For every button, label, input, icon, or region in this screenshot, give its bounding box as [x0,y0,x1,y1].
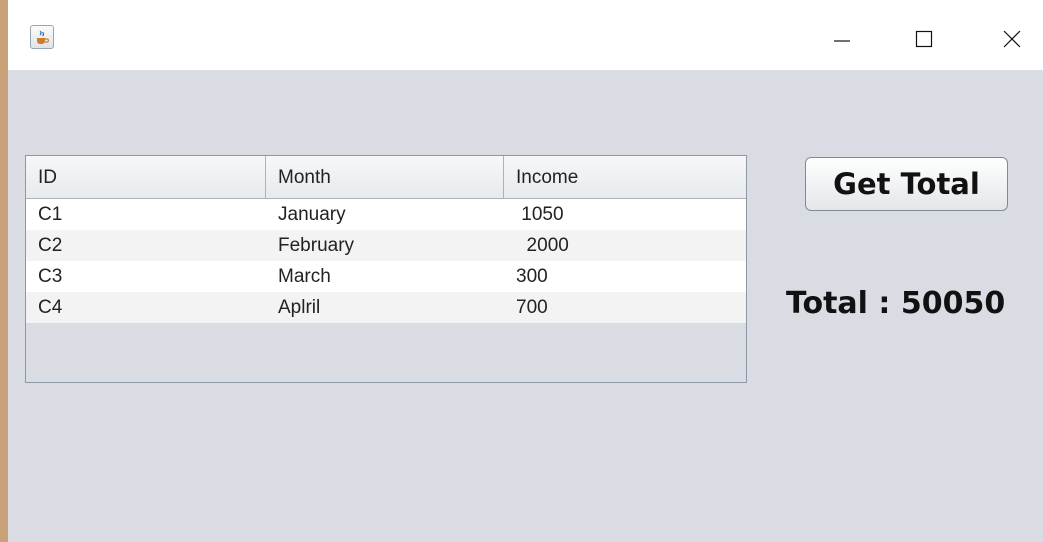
cell-income[interactable]: 2000 [504,230,746,261]
cell-id[interactable]: C4 [26,292,266,323]
minimize-button[interactable] [813,10,871,68]
cell-id[interactable]: C2 [26,230,266,261]
table-row[interactable]: C2 February 2000 [26,230,746,261]
maximize-button[interactable] [895,10,953,68]
table-row[interactable]: C3 March 300 [26,261,746,292]
cell-income[interactable]: 1050 [504,199,746,230]
total-label: Total : 50050 [786,286,1006,321]
column-header-income[interactable]: Income [504,156,746,198]
close-button[interactable] [983,10,1041,68]
table-body: C1 January 1050 C2 February 2000 C3 Marc… [26,199,746,323]
table-header: ID Month Income [26,156,746,199]
cell-income[interactable]: 700 [504,292,746,323]
cell-income[interactable]: 300 [504,261,746,292]
column-header-month[interactable]: Month [266,156,504,198]
cell-id[interactable]: C1 [26,199,266,230]
title-bar[interactable] [8,0,1043,70]
close-icon [1003,30,1021,48]
maximize-icon [915,30,933,48]
cell-month[interactable]: March [266,261,504,292]
table-row[interactable]: C1 January 1050 [26,199,746,230]
income-table[interactable]: ID Month Income C1 January 1050 C2 Febru… [25,155,747,383]
cell-id[interactable]: C3 [26,261,266,292]
window-frame-edge [0,0,8,542]
java-cup-icon[interactable] [30,25,54,49]
app-window: ID Month Income C1 January 1050 C2 Febru… [8,0,1043,542]
minimize-icon [834,40,850,42]
column-header-id[interactable]: ID [26,156,266,198]
cell-month[interactable]: February [266,230,504,261]
cell-month[interactable]: January [266,199,504,230]
get-total-button[interactable]: Get Total [805,157,1008,211]
cell-month[interactable]: Aplril [266,292,504,323]
table-row[interactable]: C4 Aplril 700 [26,292,746,323]
